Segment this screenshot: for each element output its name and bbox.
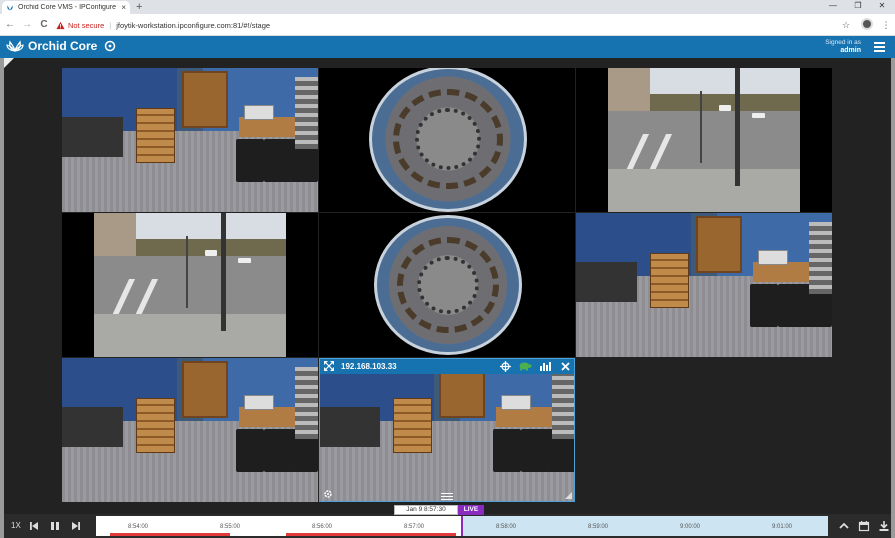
browser-tab-strip: Orchid Core VMS - IPConfigure × + — ❐ ✕ <box>0 0 895 14</box>
timeline-track[interactable]: 8:54:00 8:55:00 8:56:00 8:57:00 8:58:00 … <box>96 516 828 536</box>
skip-forward-icon[interactable] <box>70 520 82 532</box>
orchid-logo-icon <box>6 40 24 52</box>
camera-settings-gear-icon[interactable] <box>323 489 333 499</box>
timeline-tick: 8:55:00 <box>220 524 241 530</box>
timeline-tick: 9:00:00 <box>680 524 701 530</box>
browser-toolbar: ← → C Not secure | jfoytik-workstation.i… <box>0 14 895 36</box>
tab-close-icon[interactable]: × <box>121 3 126 12</box>
timeline-tick: 9:01:00 <box>772 524 793 530</box>
camera-feed-fisheye <box>374 215 522 355</box>
pause-icon[interactable] <box>49 520 61 532</box>
bar-chart-icon[interactable] <box>538 359 552 373</box>
timeline-tick: 8:57:00 <box>404 524 425 530</box>
camera-tile-office-1[interactable] <box>62 68 318 212</box>
timeline-cursor-time: Jan 9 8:57:30 <box>394 505 458 515</box>
bookmark-star-icon[interactable]: ☆ <box>839 18 853 32</box>
brand-logo[interactable]: Orchid Core <box>6 39 97 53</box>
tile-drag-handle-icon[interactable] <box>441 491 453 500</box>
orchid-favicon-icon <box>7 5 13 10</box>
timeline-now-marker <box>461 516 463 536</box>
chevron-up-icon[interactable] <box>838 520 850 532</box>
timeline-tick: 8:54:00 <box>128 524 149 530</box>
forward-button[interactable]: → <box>20 18 34 32</box>
camera-feed-street <box>94 213 286 357</box>
close-icon[interactable] <box>558 359 572 373</box>
signed-in-label: Signed in as <box>825 39 861 46</box>
address-bar[interactable]: Not secure | jfoytik-workstation.ipconfi… <box>56 18 836 32</box>
help-circle-icon[interactable] <box>104 40 116 52</box>
camera-tile-office-3[interactable] <box>62 358 318 502</box>
fullscreen-icon[interactable] <box>322 359 336 373</box>
calendar-icon[interactable] <box>858 520 870 532</box>
signed-in-user[interactable]: admin <box>825 47 861 55</box>
skip-back-icon[interactable] <box>28 520 40 532</box>
recording-segment <box>286 533 456 536</box>
timeline-tick: 8:56:00 <box>312 524 333 530</box>
reload-button[interactable]: C <box>37 18 51 32</box>
window-close-button[interactable]: ✕ <box>870 0 894 14</box>
security-label[interactable]: Not secure <box>68 21 104 30</box>
browser-menu-icon[interactable]: ⋮ <box>879 18 893 32</box>
browser-tab-title: Orchid Core VMS - IPConfigure <box>18 4 117 11</box>
camera-toolbar: 192.168.103.33 <box>319 358 575 374</box>
window-restore-button[interactable]: ❐ <box>846 0 870 14</box>
brand-name: Orchid Core <box>28 39 98 53</box>
camera-ip-label: 192.168.103.33 <box>341 361 397 371</box>
new-tab-button[interactable]: + <box>136 1 142 13</box>
turtle-icon[interactable] <box>518 359 532 373</box>
recording-segment <box>110 533 230 536</box>
camera-feed-fisheye <box>369 68 527 212</box>
camera-tile-street-1[interactable] <box>576 68 832 212</box>
camera-feed-office <box>319 358 575 502</box>
camera-tile-fisheye-2[interactable] <box>319 213 575 357</box>
warning-icon <box>56 21 65 29</box>
camera-tile-office-2[interactable] <box>576 213 832 357</box>
ptz-crosshair-icon[interactable] <box>498 359 512 373</box>
signed-in-info: Signed in as admin <box>825 39 861 55</box>
camera-feed-street <box>608 68 800 212</box>
playback-timeline-bar: 1X 8:54:00 8:55:00 8:56:00 8:57:00 8:58:… <box>0 514 895 538</box>
url-text[interactable]: jfoytik-workstation.ipconfigure.com:81/#… <box>116 21 270 30</box>
camera-feed-office <box>576 213 832 357</box>
camera-feed-office <box>62 68 318 212</box>
live-badge[interactable]: LIVE <box>458 505 484 515</box>
stage-corner-fold <box>4 58 14 68</box>
tile-resize-handle-icon[interactable] <box>565 492 572 499</box>
camera-tile-selected[interactable]: 192.168.103.33 <box>319 358 575 502</box>
timeline-tick: 8:58:00 <box>496 524 517 530</box>
window-minimize-button[interactable]: — <box>821 0 845 14</box>
camera-tile-street-2[interactable] <box>62 213 318 357</box>
timeline-tick: 8:59:00 <box>588 524 609 530</box>
hamburger-menu-icon[interactable] <box>874 42 885 52</box>
profile-avatar[interactable] <box>861 18 873 30</box>
app-header: Orchid Core Signed in as admin <box>0 36 895 58</box>
url-separator: | <box>109 20 112 30</box>
browser-tab[interactable]: Orchid Core VMS - IPConfigure × <box>2 1 130 14</box>
camera-feed-office <box>62 358 318 502</box>
back-button[interactable]: ← <box>3 18 17 32</box>
download-icon[interactable] <box>878 520 890 532</box>
camera-tile-fisheye-1[interactable] <box>319 68 575 212</box>
camera-stage: 192.168.103.33 <box>0 58 895 514</box>
playback-speed[interactable]: 1X <box>11 521 21 530</box>
